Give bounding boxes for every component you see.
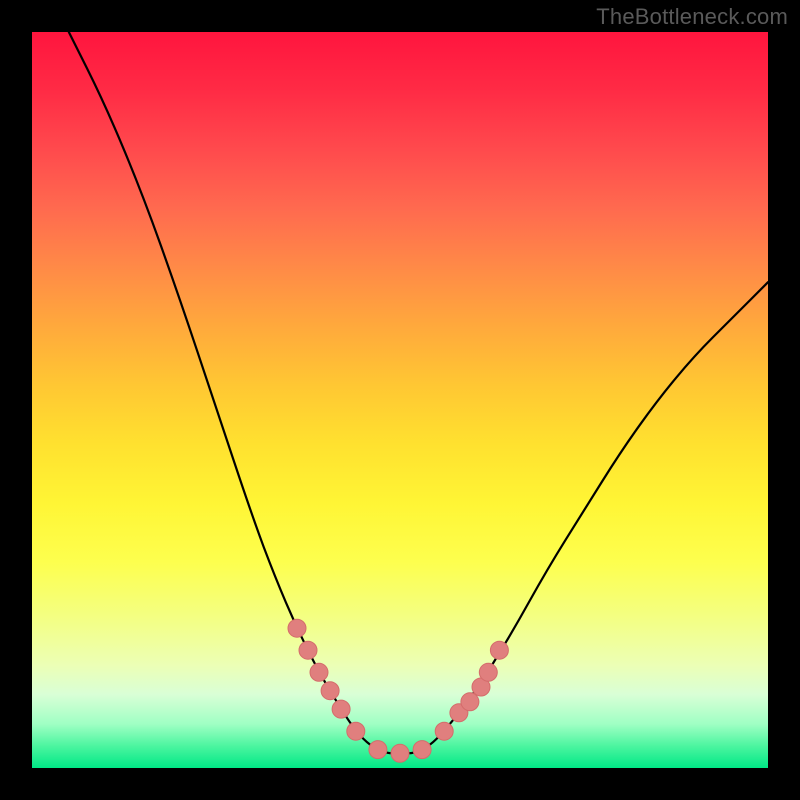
marker-group	[288, 619, 508, 762]
marker-point	[369, 741, 387, 759]
marker-point	[332, 700, 350, 718]
marker-point	[347, 722, 365, 740]
marker-point	[310, 663, 328, 681]
marker-point	[413, 741, 431, 759]
marker-point	[299, 641, 317, 659]
marker-point	[321, 682, 339, 700]
plot-area	[32, 32, 768, 768]
watermark-text: TheBottleneck.com	[596, 4, 788, 30]
marker-point	[391, 744, 409, 762]
marker-point	[435, 722, 453, 740]
marker-point	[490, 641, 508, 659]
bottleneck-curve	[69, 32, 768, 753]
marker-point	[479, 663, 497, 681]
marker-point	[461, 693, 479, 711]
marker-point	[288, 619, 306, 637]
chart-frame: TheBottleneck.com	[0, 0, 800, 800]
curve-svg	[32, 32, 768, 768]
